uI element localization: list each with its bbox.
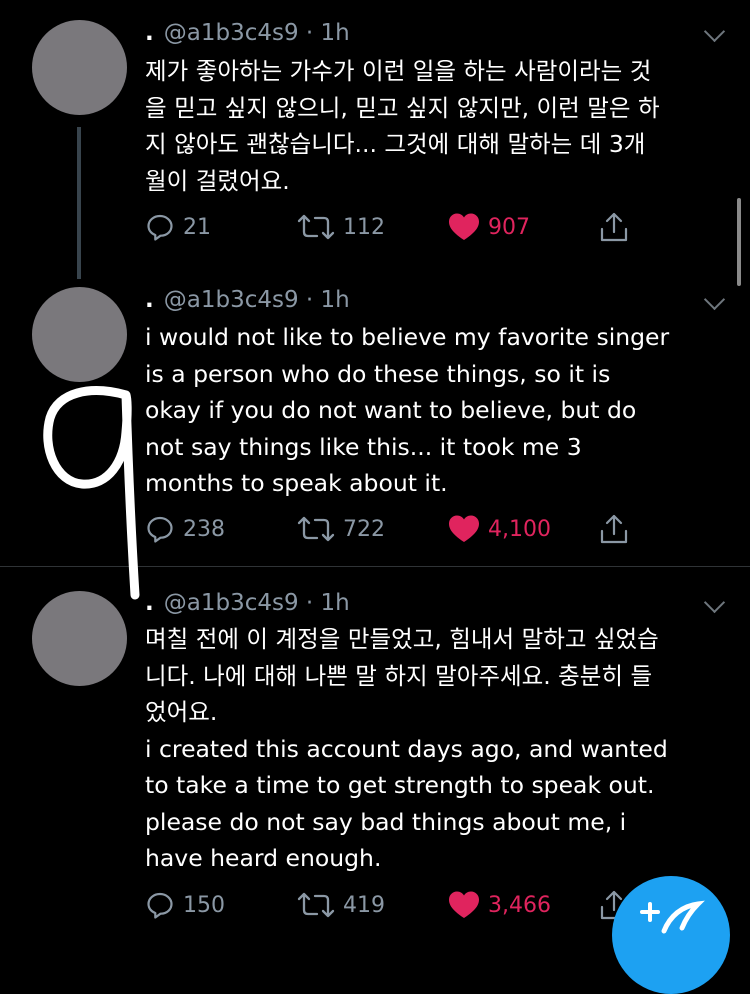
chevron-down-icon[interactable]	[703, 288, 726, 311]
like-count: 4,100	[488, 516, 551, 542]
reply-icon	[147, 214, 173, 241]
share-icon	[600, 514, 628, 544]
share-button[interactable]	[598, 207, 630, 247]
timestamp[interactable]: 1h	[321, 590, 350, 616]
tweet-header: . @a1b3c4s9 · 1h	[145, 20, 350, 46]
retweet-button[interactable]: 419	[297, 885, 385, 925]
compose-icon	[640, 900, 705, 934]
tweet-2[interactable]: . @a1b3c4s9 · 1h i would not like to beli…	[0, 280, 750, 565]
heart-icon	[449, 213, 479, 240]
reply-button[interactable]: 238	[145, 509, 225, 549]
chevron-down-icon[interactable]	[703, 591, 726, 614]
tweet-actions: 21 112 907	[145, 207, 645, 247]
reply-button[interactable]: 150	[145, 885, 225, 925]
tweet-actions: 150 419 3,466	[145, 885, 645, 925]
tweet-1[interactable]: . @a1b3c4s9 · 1h 제가 좋아하는 가수가 이런 일을 하는 사람이…	[0, 0, 750, 280]
heart-icon	[449, 891, 479, 918]
tweet-actions: 238 722 4,100	[145, 509, 645, 549]
retweet-icon	[297, 892, 335, 918]
tweet-text: i would not like to believe my favorite …	[145, 323, 670, 497]
display-name[interactable]: .	[145, 287, 154, 313]
handle[interactable]: @a1b3c4s9	[164, 590, 299, 616]
tweet-text: 제가 좋아하는 가수가 이런 일을 하는 사람이라는 것 을 믿고 싶지 않으니…	[145, 57, 660, 195]
retweet-button[interactable]: 112	[297, 207, 385, 247]
chevron-down-icon[interactable]	[703, 20, 726, 43]
reply-icon	[147, 892, 173, 919]
reply-count: 21	[183, 214, 211, 240]
heart-icon	[449, 515, 479, 542]
retweet-count: 419	[343, 892, 385, 918]
like-button[interactable]: 4,100	[448, 509, 551, 549]
retweet-icon	[297, 516, 335, 542]
handle[interactable]: @a1b3c4s9	[164, 20, 299, 46]
like-button[interactable]: 907	[448, 207, 530, 247]
tweet-header: . @a1b3c4s9 · 1h	[145, 590, 350, 616]
share-icon	[600, 212, 628, 242]
avatar[interactable]	[32, 287, 127, 382]
reply-icon	[147, 516, 173, 543]
like-count: 3,466	[488, 892, 551, 918]
retweet-count: 112	[343, 214, 385, 240]
tweet-text: 며칠 전에 이 계정을 만들었고, 힘내서 말하고 싶었습 니다. 나에 대해 …	[145, 625, 668, 872]
timestamp[interactable]: 1h	[321, 20, 350, 46]
compose-button[interactable]	[612, 876, 730, 994]
reply-count: 150	[183, 892, 225, 918]
like-button[interactable]: 3,466	[448, 885, 551, 925]
display-name[interactable]: .	[145, 20, 154, 46]
tweet-header: . @a1b3c4s9 · 1h	[145, 287, 350, 313]
reply-button[interactable]: 21	[145, 207, 211, 247]
display-name[interactable]: .	[145, 590, 154, 616]
retweet-count: 722	[343, 516, 385, 542]
retweet-button[interactable]: 722	[297, 509, 385, 549]
avatar[interactable]	[32, 591, 127, 686]
timestamp[interactable]: 1h	[321, 287, 350, 313]
share-button[interactable]	[598, 509, 630, 549]
reply-count: 238	[183, 516, 225, 542]
retweet-icon	[297, 214, 335, 240]
like-count: 907	[488, 214, 530, 240]
avatar[interactable]	[32, 20, 127, 115]
handle[interactable]: @a1b3c4s9	[164, 287, 299, 313]
